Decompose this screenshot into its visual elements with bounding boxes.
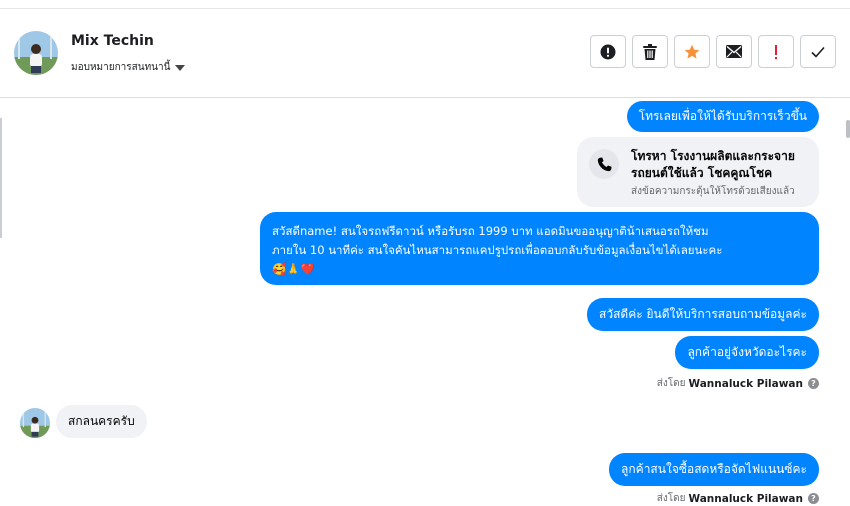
outgoing-message: สวัสดีค่ะ ยินดีให้บริการสอบถามข้อมูลค่ะ [587, 298, 819, 331]
call-prompt-subtitle: ส่งข้อความกระตุ้นให้โทรด้วยเสียงแล้ว [631, 186, 795, 197]
assign-conversation-dropdown[interactable]: มอบหมายการสนทนานี้ [71, 60, 186, 75]
help-icon[interactable]: ? [808, 378, 819, 389]
exclamation-icon [775, 44, 777, 59]
star-icon [684, 44, 700, 59]
message-text: สกลนครครับ [68, 414, 135, 428]
mark-done-button[interactable] [800, 35, 836, 68]
sender-name: Wannaluck Pilawan [688, 377, 803, 390]
mark-spam-button[interactable] [590, 35, 626, 68]
incoming-message: สกลนครครับ [56, 405, 147, 438]
assign-label: มอบหมายการสนทนานี้ [71, 62, 171, 73]
left-scroll-edge [0, 118, 2, 238]
caret-down-icon [175, 64, 186, 71]
outgoing-message: ลูกค้าสนใจซื้อสดหรือจัดไฟแนนซ์คะ [609, 453, 819, 486]
star-button[interactable] [674, 35, 710, 68]
conversation-actions [590, 35, 836, 68]
message-text: โทรเลยเพื่อให้ได้รับบริการเร็วขึ้น [638, 109, 807, 123]
sent-by-prefix: ส่งโดย [656, 493, 686, 504]
outgoing-message: โทรเลยเพื่อให้ได้รับบริการเร็วขึ้น [626, 101, 819, 132]
outgoing-message-long: สวัสดีname! สนใจรถฟรีดาวน์ หรือรับรถ 199… [260, 212, 819, 285]
mark-unread-button[interactable] [716, 35, 752, 68]
check-icon [811, 46, 825, 58]
envelope-icon [726, 45, 742, 58]
message-line: สวัสดีname! สนใจรถฟรีดาวน์ หรือรับรถ 199… [272, 224, 709, 238]
sender-name: Wannaluck Pilawan [688, 492, 803, 505]
call-prompt-card[interactable]: โทรหา โรงงานผลิตและกระจายรถยนต์ใช้แล้ว โ… [577, 137, 819, 207]
message-text: ลูกค้าสนใจซื้อสดหรือจัดไฟแนนซ์คะ [621, 462, 807, 476]
sent-by-label: ส่งโดย Wannaluck Pilawan ? [657, 491, 819, 506]
sent-by-prefix: ส่งโดย [656, 378, 686, 389]
contact-name[interactable]: Mix Techin [71, 33, 154, 49]
message-text: ลูกค้าอยู่จังหวัดอะไรคะ [687, 345, 807, 359]
contact-avatar-small [20, 408, 50, 438]
conversation-header: Mix Techin มอบหมายการสนทนานี้ [0, 9, 850, 98]
delete-button[interactable] [632, 35, 668, 68]
help-icon[interactable]: ? [808, 493, 819, 504]
message-text: สวัสดีค่ะ ยินดีให้บริการสอบถามข้อมูลค่ะ [599, 307, 807, 321]
message-line: ภายใน 10 นาทีค่ะ สนใจคันไหนสามารถแคปรูปร… [272, 243, 723, 257]
sent-by-label: ส่งโดย Wannaluck Pilawan ? [657, 376, 819, 391]
message-scrollbar[interactable] [846, 120, 850, 138]
follow-up-button[interactable] [758, 35, 794, 68]
contact-avatar[interactable] [14, 31, 58, 75]
trash-icon [643, 43, 657, 60]
outgoing-message: ลูกค้าอยู่จังหวัดอะไรคะ [675, 336, 819, 369]
message-emoji: 🥰🙏❤️ [272, 262, 315, 276]
phone-icon [589, 149, 619, 179]
exclamation-circle-icon [600, 44, 616, 59]
call-prompt-title: โทรหา โรงงานผลิตและกระจายรถยนต์ใช้แล้ว โ… [631, 149, 795, 180]
